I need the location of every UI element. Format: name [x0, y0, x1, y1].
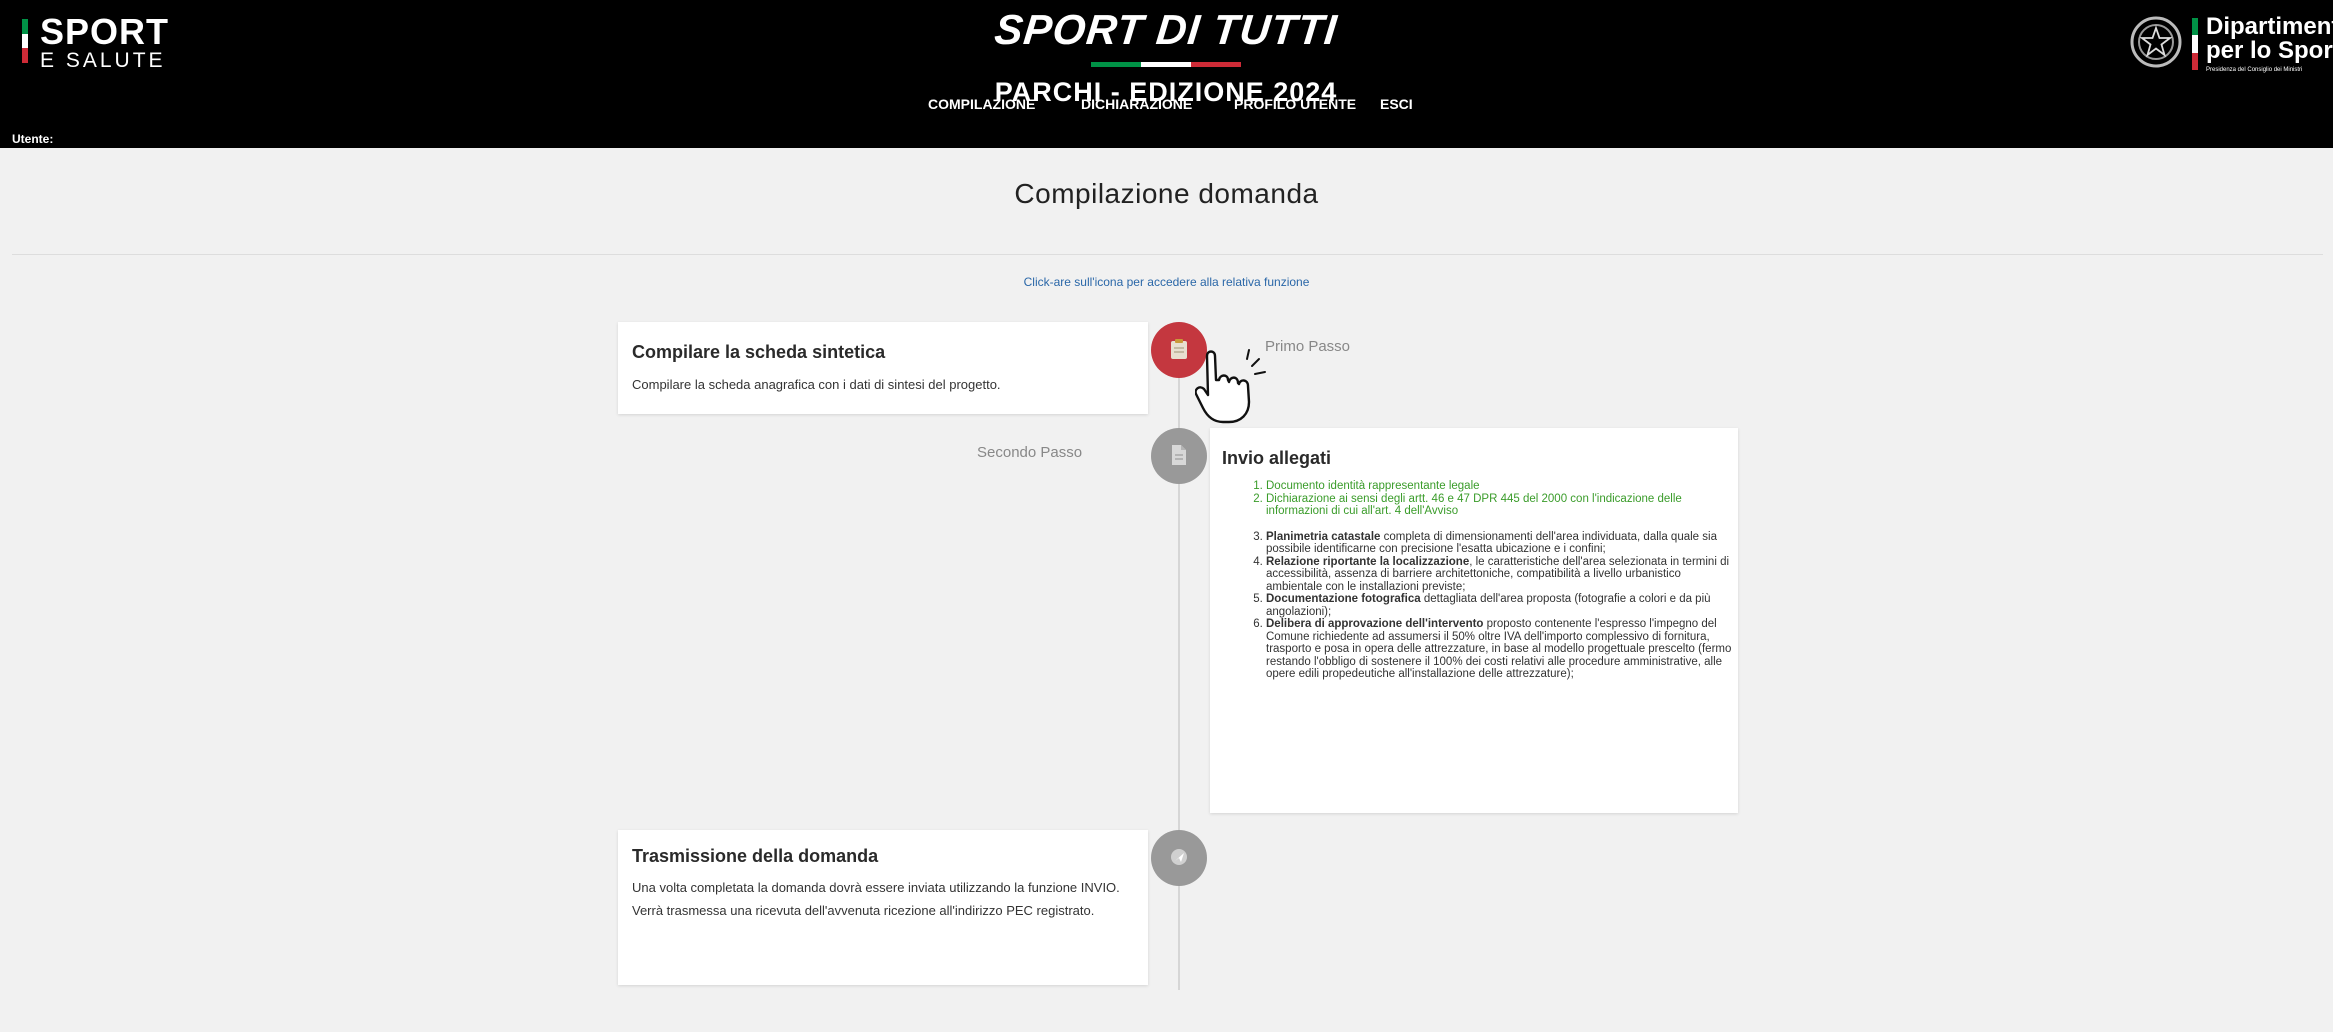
step2-label: Secondo Passo: [977, 444, 1083, 461]
step1-label: Primo Passo: [1265, 338, 1351, 355]
nav-dichiarazione[interactable]: DICHIARAZIONE: [1081, 96, 1192, 112]
attachment-item: Delibera di approvazione dell'intervento…: [1266, 618, 1736, 681]
nav-compilazione[interactable]: COMPILAZIONE: [928, 96, 1035, 112]
italian-flag-stripe-icon: [22, 19, 28, 63]
attachment-item: Documento identità rappresentante legale: [1266, 480, 1736, 493]
brand-block: SPORT DI TUTTI PARCHI - EDIZIONE 2024: [966, 6, 1366, 108]
step3-title: Trasmissione della domanda: [632, 846, 879, 866]
attachment-item: Planimetria catastale completa di dimens…: [1266, 531, 1736, 556]
attachment-item: Dichiarazione ai sensi degli artt. 46 e …: [1266, 493, 1736, 518]
send-icon: [1171, 849, 1187, 865]
instruction-hint: Click-are sull'icona per accedere alla r…: [1023, 275, 1310, 289]
brand-title: SPORT DI TUTTI: [992, 6, 1340, 53]
dipartimento-line2: per lo Sport: [2206, 37, 2333, 64]
nav-esci[interactable]: ESCI: [1380, 96, 1413, 112]
pointing-hand-cursor-icon: [1195, 349, 1266, 424]
step3-line: Verrà trasmessa una ricevuta dell'avvenu…: [632, 903, 1095, 918]
clipboard-icon: [1171, 339, 1187, 359]
step3-line: Una volta completata la domanda dovrà es…: [632, 880, 1120, 895]
attachment-item: Relazione riportante la localizzazione, …: [1266, 556, 1736, 594]
step1-card: Compilare la scheda sintetica Compilare …: [618, 322, 1148, 414]
document-icon: [1172, 445, 1186, 465]
step2-button[interactable]: [1151, 428, 1207, 484]
brand-flag-underline-icon: [1091, 62, 1241, 67]
step3-card: Trasmissione della domanda Una volta com…: [618, 830, 1148, 985]
step1-title: Compilare la scheda sintetica: [632, 342, 886, 362]
nav-profilo-utente[interactable]: PROFILO UTENTE: [1234, 96, 1356, 112]
attachment-item: Documentazione fotografica dettagliata d…: [1266, 593, 1736, 618]
user-label: Utente:: [12, 132, 54, 146]
logo-line1: SPORT: [40, 11, 170, 52]
step3-button[interactable]: [1151, 830, 1207, 886]
step2-title: Invio allegati: [1222, 448, 1332, 468]
header: SPORT E SALUTE SPORT DI TUTTI PARCHI - E…: [0, 0, 2333, 148]
italian-flag-stripe-icon: [2192, 18, 2198, 70]
step2-card: Invio allegati Documento identità rappre…: [1210, 428, 1738, 813]
divider: [12, 254, 2323, 255]
step1-description: Compilare la scheda anagrafica con i dat…: [632, 377, 1001, 392]
page-title: Compilazione domanda: [1014, 178, 1319, 209]
step3-description: Una volta completata la domanda dovrà es…: [632, 876, 1132, 922]
attachments-list: Documento identità rappresentante legale…: [1250, 480, 1736, 681]
dipartimento-line3: Presidenza del Consiglio dei Ministri: [2206, 67, 2303, 73]
logo-line2: E SALUTE: [40, 49, 166, 72]
republic-emblem-icon: [2130, 16, 2182, 68]
